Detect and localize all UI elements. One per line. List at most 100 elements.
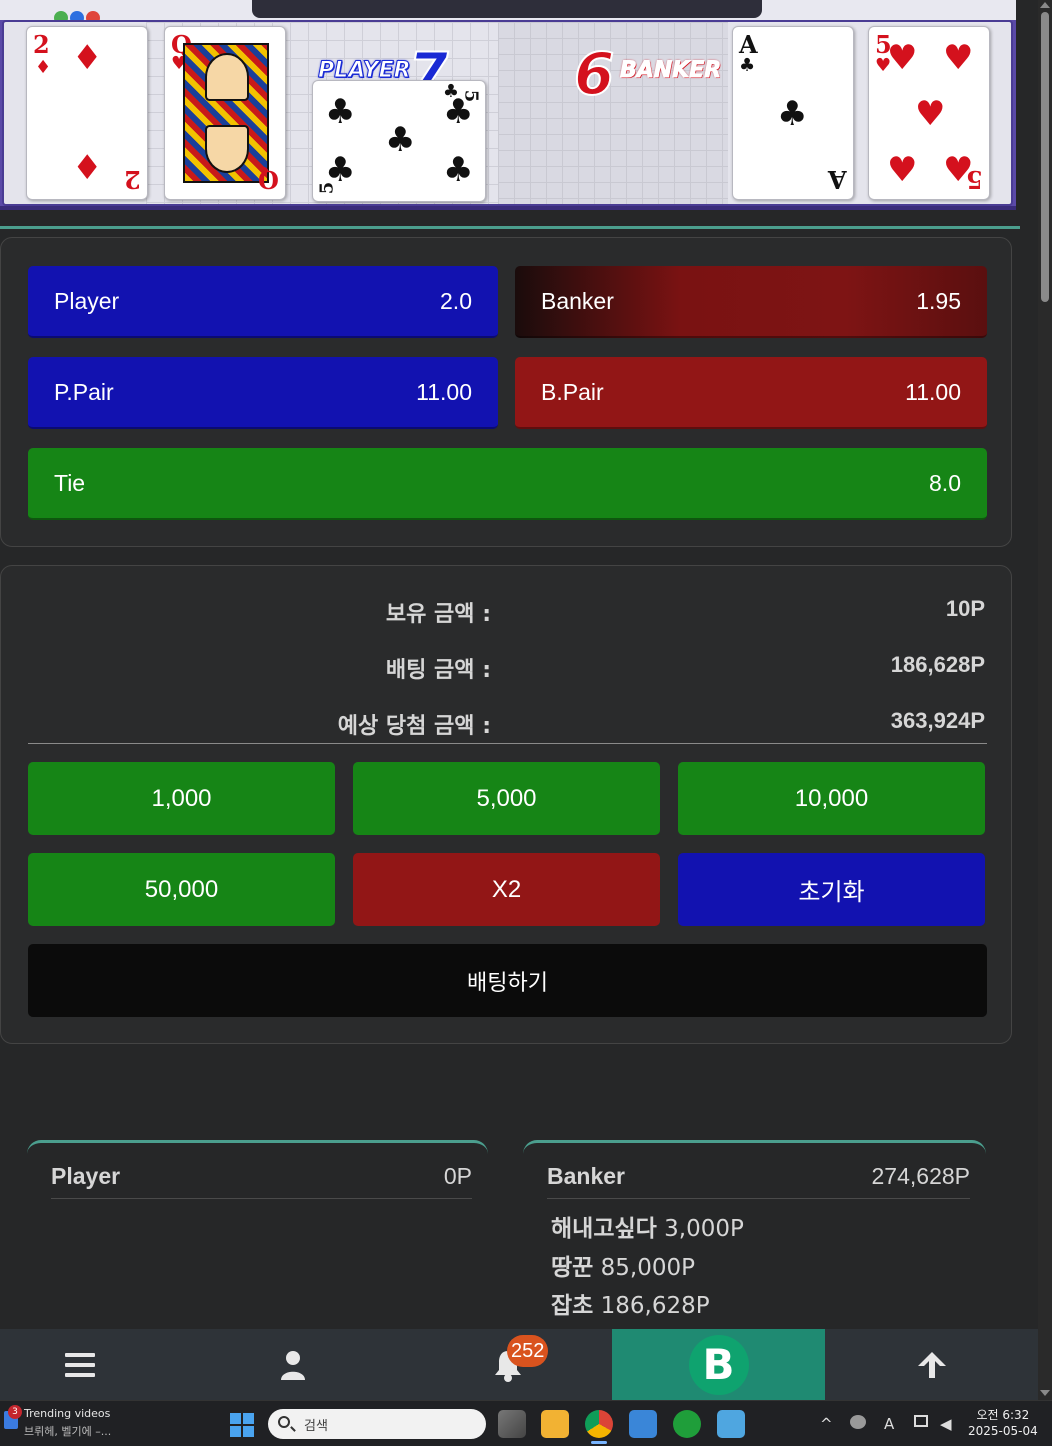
user-icon [281,1350,305,1380]
game-board: 2 ♦ ♦ ♦ 2 Q ♥ Q PLAYER 7 5 ♣ ♣ ♣ ♣ ♣ ♣ 5 [0,0,1016,210]
card-rank: 2 [124,165,141,194]
diamond-icon: ♦ [72,148,103,188]
heart-icon: ♥ [943,38,974,78]
task-view-icon[interactable] [498,1410,526,1438]
diamond-icon: ♦ [72,38,103,78]
held-amount-label: 보유 금액 : [385,602,491,627]
page-scrollbar[interactable] [1038,0,1052,1400]
heart-icon: ♥ [887,150,918,190]
reset-button[interactable]: 초기화 [678,853,985,926]
trending-subtitle: 브뤼헤, 벨기에 –... [24,1425,112,1438]
expected-win-value: 363,924P [890,708,985,733]
club-icon: ♣ [777,94,808,134]
section-divider [0,226,1020,229]
double-bet-button[interactable]: X2 [353,853,660,926]
display-icon[interactable] [914,1415,928,1427]
clock-time: 오전 6:32 [976,1408,1030,1422]
expected-win-label: 예상 당첨 금액 : [337,714,491,739]
card-rank: 2 [33,30,50,59]
club-icon: ♣ [739,55,756,76]
scroll-thumb[interactable] [1041,12,1049,302]
card-rank: Q [258,165,279,194]
board-title-strip [252,0,762,18]
scroll-up-arrow[interactable] [1040,2,1050,8]
chip-10000-button[interactable]: 10,000 [678,762,985,835]
balance-divider [28,743,987,744]
file-explorer-icon[interactable] [541,1410,569,1438]
chip-5000-button[interactable]: 5,000 [353,762,660,835]
scroll-down-arrow[interactable] [1040,1390,1050,1396]
banker-card-2: 5 ♥ ♥ ♥ ♥ ♥ ♥ 5 [868,26,990,200]
chip-50000-button[interactable]: 50,000 [28,853,335,926]
taskbar-clock[interactable]: 오전 6:32 2025-05-04 [968,1407,1038,1439]
os-taskbar: 3 Trending videos 브뤼헤, 벨기에 –... 검색 ^ A ◀… [0,1400,1052,1446]
hamburger-icon [65,1352,95,1377]
player-card-3: 5 ♣ ♣ ♣ ♣ ♣ ♣ 5 [312,80,486,202]
windows-start-icon[interactable] [230,1413,254,1437]
list-item: 땅꾼 85,000P [551,1248,695,1282]
bet-options-panel: Player 2.0 Banker 1.95 P.Pair 11.00 B.Pa… [0,237,1012,547]
xbox-icon[interactable] [673,1410,701,1438]
bet-banker-pair-label: B.Pair [541,378,604,405]
list-item: 잡초 186,628P [551,1286,710,1320]
search-icon [278,1416,290,1428]
bet-tie-button[interactable]: Tie 8.0 [28,448,987,520]
card-rank: 5 [316,181,338,195]
b-home-button[interactable]: B [612,1329,825,1400]
bet-banker-button[interactable]: Banker 1.95 [515,266,987,338]
tray-chevron-icon[interactable]: ^ [820,1415,833,1433]
bet-player-pair-button[interactable]: P.Pair 11.00 [28,357,498,429]
diamond-icon: ♦ [35,57,52,78]
bet-player-button[interactable]: Player 2.0 [28,266,498,338]
queen-face-icon [183,43,269,183]
bet-amount-value: 186,628P [890,652,985,677]
scroll-top-button[interactable] [825,1329,1038,1400]
bettor-amount: 186,628P [600,1293,710,1319]
club-icon: ♣ [443,150,474,190]
heart-icon: ♥ [887,38,918,78]
chip-1000-button[interactable]: 1,000 [28,762,335,835]
profile-button[interactable] [210,1329,376,1400]
bet-banker-pair-odds: 11.00 [905,378,961,405]
bet-player-pair-odds: 11.00 [416,378,472,405]
taskbar-search[interactable]: 검색 [268,1409,486,1439]
speaker-icon[interactable]: ◀ [940,1415,952,1433]
player-card-1: 2 ♦ ♦ ♦ 2 [26,26,148,200]
bettor-name: 땅꾼 [551,1255,594,1281]
banker-score: 6 [573,39,615,109]
search-placeholder: 검색 [304,1418,328,1434]
player-bettors-title: Player [51,1163,121,1189]
arrow-up-icon [917,1351,946,1378]
ime-indicator[interactable]: A [884,1415,894,1433]
b-logo-icon: B [688,1334,749,1395]
store-icon[interactable] [629,1410,657,1438]
banker-bettors-list: Banker 274,628P 해내고싶다 3,000P 땅꾼 85,000P … [523,1140,986,1330]
notification-count-badge: 252 [507,1335,549,1367]
banker-card-1: A ♣ ♣ A [732,26,854,200]
club-icon: ♣ [385,120,416,160]
bettor-amount: 3,000P [664,1216,744,1242]
bet-banker-odds: 1.95 [916,287,961,314]
place-bet-button[interactable]: 배팅하기 [28,944,987,1017]
bettor-name: 해내고싶다 [551,1216,657,1242]
chrome-icon[interactable] [585,1410,613,1438]
card-rank: A [828,165,847,194]
active-app-indicator [591,1441,607,1444]
player-bettors-list: Player 0P [27,1140,488,1330]
banker-bettors-title: Banker [547,1163,625,1189]
held-amount-value: 10P [945,596,985,621]
list-item: 해내고싶다 3,000P [551,1209,744,1243]
betting-panel: 보유 금액 : 10P 배팅 금액 : 186,628P 예상 당첨 금액 : … [0,565,1012,1044]
bet-player-pair-label: P.Pair [54,378,114,405]
heart-icon: ♥ [915,94,946,134]
bet-tie-label: Tie [54,469,86,496]
notepad-icon[interactable] [717,1410,745,1438]
banker-label: BANKER [619,58,722,84]
notifications-button[interactable]: 252 [425,1329,591,1400]
banker-bettors-total: 274,628P [871,1163,970,1189]
network-icon[interactable] [850,1415,866,1429]
player-bettors-total: 0P [443,1163,472,1189]
bet-banker-pair-button[interactable]: B.Pair 11.00 [515,357,987,429]
menu-button[interactable] [0,1329,160,1400]
bettor-name: 잡초 [551,1293,594,1319]
